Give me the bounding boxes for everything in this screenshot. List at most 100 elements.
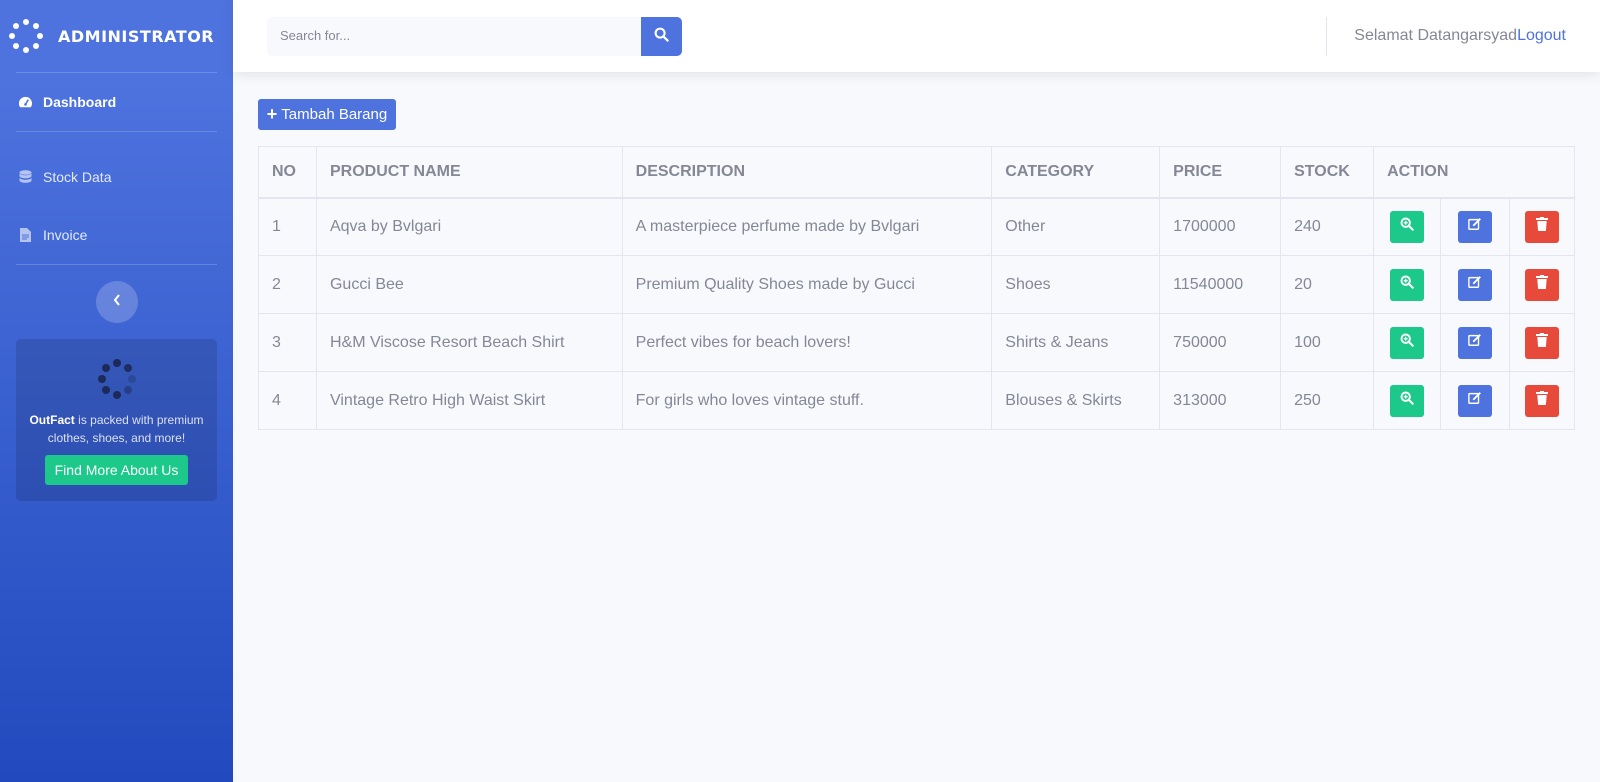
view-button[interactable]: [1390, 326, 1425, 359]
sidebar-item-stock-data[interactable]: Stock Data: [0, 148, 233, 206]
database-icon: [18, 169, 33, 185]
cell-description: Premium Quality Shoes made by Gucci: [621, 255, 993, 314]
delete-button[interactable]: [1524, 326, 1559, 359]
edit-icon: [1468, 333, 1482, 352]
cell-action-edit: [1440, 197, 1510, 256]
promo-brand: OutFact: [29, 413, 75, 427]
file-icon: [18, 228, 33, 243]
sidebar-brand[interactable]: ADMINISTRATOR: [0, 0, 233, 72]
logout-link[interactable]: Logout: [1517, 27, 1566, 44]
trash-icon: [1535, 391, 1548, 410]
sidebar-item-label: Dashboard: [43, 94, 117, 110]
cell-category: Other: [991, 197, 1161, 256]
header-product-name[interactable]: PRODUCT NAME: [315, 146, 623, 199]
sidebar-promo-card: OutFact is packed with premium clothes, …: [16, 339, 217, 501]
search-input[interactable]: Search for...: [267, 17, 641, 56]
cell-description: Perfect vibes for beach lovers!: [621, 313, 993, 372]
cell-product-name: Gucci Bee: [315, 255, 623, 314]
cell-price: 750000: [1159, 313, 1282, 372]
cell-description: For girls who loves vintage stuff.: [621, 371, 993, 430]
cell-product-name: Vintage Retro High Waist Skirt: [315, 371, 623, 430]
zoom-in-icon: [1400, 217, 1414, 236]
sidebar-toggle-button[interactable]: [95, 281, 138, 323]
chevron-left-icon: [113, 293, 121, 311]
cell-action-view: [1373, 255, 1442, 314]
cell-category: Blouses & Skirts: [991, 371, 1161, 430]
header-stock[interactable]: STOCK: [1280, 146, 1375, 199]
search-button[interactable]: [641, 17, 682, 56]
trash-icon: [1535, 217, 1548, 236]
user-greeting: Selamat DatangarsyadLogout: [1354, 27, 1566, 45]
cell-price: 313000: [1159, 371, 1282, 430]
edit-button[interactable]: [1458, 210, 1492, 243]
cell-stock: 100: [1280, 313, 1375, 372]
edit-icon: [1468, 217, 1482, 236]
zoom-in-icon: [1400, 391, 1414, 410]
add-item-label: Tambah Barang: [281, 106, 388, 123]
brand-logo-icon: [8, 18, 44, 54]
view-button[interactable]: [1390, 268, 1425, 301]
cell-action-view: [1373, 313, 1442, 372]
tachometer-icon: [18, 95, 33, 110]
cell-product-name: H&M Viscose Resort Beach Shirt: [315, 313, 623, 372]
cell-action-view: [1373, 371, 1442, 430]
topbar: Search for... Selamat DatangarsyadLogout: [233, 0, 1600, 72]
cell-action-edit: [1440, 255, 1510, 314]
cell-price: 1700000: [1159, 197, 1282, 256]
cell-product-name: Aqva by Bvlgari: [315, 197, 623, 256]
cell-description: A masterpiece perfume made by Bvlgari: [621, 197, 993, 256]
products-table: NO PRODUCT NAME DESCRIPTION CATEGORY PRI…: [258, 146, 1576, 430]
view-button[interactable]: [1390, 384, 1425, 417]
cell-action-delete: [1508, 313, 1576, 372]
trash-icon: [1535, 333, 1548, 352]
header-description[interactable]: DESCRIPTION: [621, 146, 993, 199]
search-icon: [654, 27, 669, 47]
cell-action-view: [1373, 197, 1442, 256]
cell-action-delete: [1508, 371, 1576, 430]
table-row: 3 H&M Viscose Resort Beach Shirt Perfect v…: [258, 313, 1576, 372]
table-row: 1 Aqva by Bvlgari A masterpiece perfume ma…: [258, 197, 1576, 256]
delete-button[interactable]: [1524, 268, 1559, 301]
cell-price: 11540000: [1159, 255, 1282, 314]
header-no[interactable]: NO: [258, 146, 317, 199]
promo-text: OutFact is packed with premium clothes, …: [28, 411, 205, 447]
sidebar-item-dashboard[interactable]: Dashboard: [0, 73, 233, 131]
cell-stock: 240: [1280, 197, 1375, 256]
header-price[interactable]: PRICE: [1159, 146, 1282, 199]
plus-icon: +: [266, 104, 278, 124]
cell-action-delete: [1508, 197, 1576, 256]
sidebar-item-label: Stock Data: [43, 169, 112, 185]
add-item-button[interactable]: + Tambah Barang: [258, 99, 396, 130]
cell-no: 4: [258, 371, 317, 430]
find-more-button[interactable]: Find More About Us: [44, 455, 189, 485]
cell-no: 1: [258, 197, 317, 256]
zoom-in-icon: [1400, 333, 1414, 352]
topbar-divider: [1326, 17, 1327, 56]
delete-button[interactable]: [1524, 384, 1559, 417]
spinner-icon: [97, 359, 137, 399]
greeting-text: Selamat Datangarsyad: [1354, 27, 1518, 44]
delete-button[interactable]: [1524, 210, 1559, 243]
sidebar: ADMINISTRATOR Dashboard Stock Data Invoi…: [0, 0, 233, 782]
view-button[interactable]: [1390, 210, 1425, 243]
cell-action-edit: [1440, 313, 1510, 372]
table-row: 4 Vintage Retro High Waist Skirt For girls…: [258, 371, 1576, 430]
edit-button[interactable]: [1458, 268, 1492, 301]
edit-button[interactable]: [1458, 326, 1492, 359]
sidebar-item-invoice[interactable]: Invoice: [0, 206, 233, 264]
table-header-row: NO PRODUCT NAME DESCRIPTION CATEGORY PRI…: [258, 146, 1575, 199]
sidebar-item-label: Invoice: [43, 227, 88, 243]
header-category[interactable]: CATEGORY: [991, 146, 1161, 199]
cell-category: Shoes: [991, 255, 1161, 314]
cell-category: Shirts & Jeans: [991, 313, 1161, 372]
trash-icon: [1535, 275, 1548, 294]
edit-button[interactable]: [1458, 384, 1492, 417]
cell-action-edit: [1440, 371, 1510, 430]
table-row: 2 Gucci Bee Premium Quality Shoes made by …: [258, 255, 1576, 314]
edit-icon: [1468, 391, 1482, 410]
cell-stock: 20: [1280, 255, 1375, 314]
header-action: ACTION: [1373, 146, 1575, 199]
brand-title: ADMINISTRATOR: [58, 26, 215, 46]
sidebar-divider: [16, 264, 217, 265]
cell-no: 3: [258, 313, 317, 372]
